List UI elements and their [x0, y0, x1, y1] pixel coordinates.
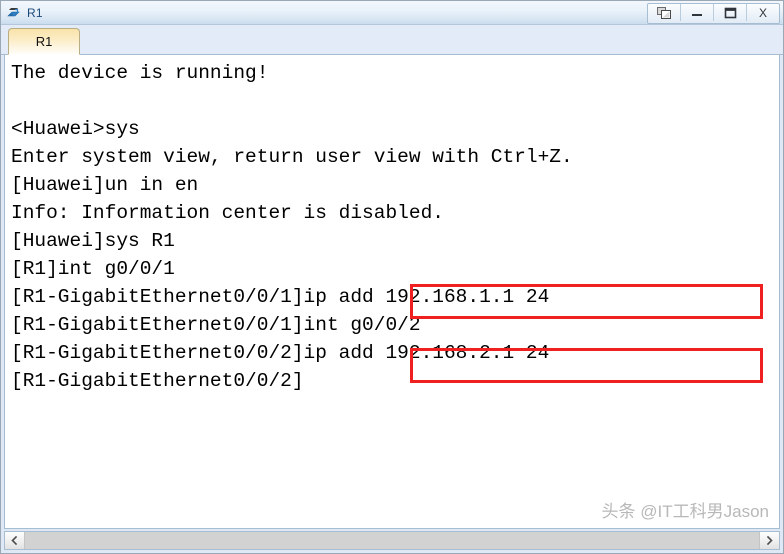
title-bar: R1 X	[1, 1, 783, 25]
close-icon: X	[758, 5, 767, 20]
maximize-button[interactable]	[714, 4, 747, 21]
console-line: [R1-GigabitEthernet0/0/2]	[11, 370, 304, 392]
console-output: The device is running! <Huawei>sys Enter …	[5, 55, 779, 528]
console-line: [Huawei]sys R1	[11, 230, 175, 252]
restore-button[interactable]	[648, 4, 681, 21]
emulator-window: R1 X R1 The device is running! <Huawei>s…	[0, 0, 784, 554]
console-line: Info: Information center is disabled.	[11, 202, 444, 224]
tab-r1[interactable]: R1	[8, 28, 80, 55]
console-wrap: The device is running! <Huawei>sys Enter …	[1, 55, 783, 553]
console-panel[interactable]: The device is running! <Huawei>sys Enter …	[4, 55, 780, 529]
console-line: [R1-GigabitEthernet0/0/2]ip add 192.168.…	[11, 342, 550, 364]
console-line: <Huawei>sys	[11, 118, 140, 140]
tab-label: R1	[35, 34, 53, 49]
console-line: Enter system view, return user view with…	[11, 146, 573, 168]
console-line: [R1-GigabitEthernet0/0/1]ip add 192.168.…	[11, 286, 550, 308]
console-line: The device is running!	[11, 62, 269, 84]
router-icon	[6, 5, 22, 21]
horizontal-scrollbar[interactable]	[4, 531, 780, 550]
console-line: [Huawei]un in en	[11, 174, 199, 196]
close-button[interactable]: X	[747, 4, 779, 21]
window-title: R1	[27, 5, 43, 20]
minimize-button[interactable]	[681, 4, 714, 21]
scroll-left-arrow-icon[interactable]	[5, 532, 25, 549]
tab-strip: R1	[1, 25, 783, 55]
watermark: 头条 @IT工科男Jason	[601, 502, 769, 521]
scroll-right-arrow-icon[interactable]	[759, 532, 779, 549]
window-controls: X	[647, 3, 780, 24]
console-line: [R1-GigabitEthernet0/0/1]int g0/0/2	[11, 314, 421, 336]
scroll-track[interactable]	[25, 532, 759, 549]
title-bar-left: R1	[6, 5, 43, 21]
console-line: [R1]int g0/0/1	[11, 258, 175, 280]
